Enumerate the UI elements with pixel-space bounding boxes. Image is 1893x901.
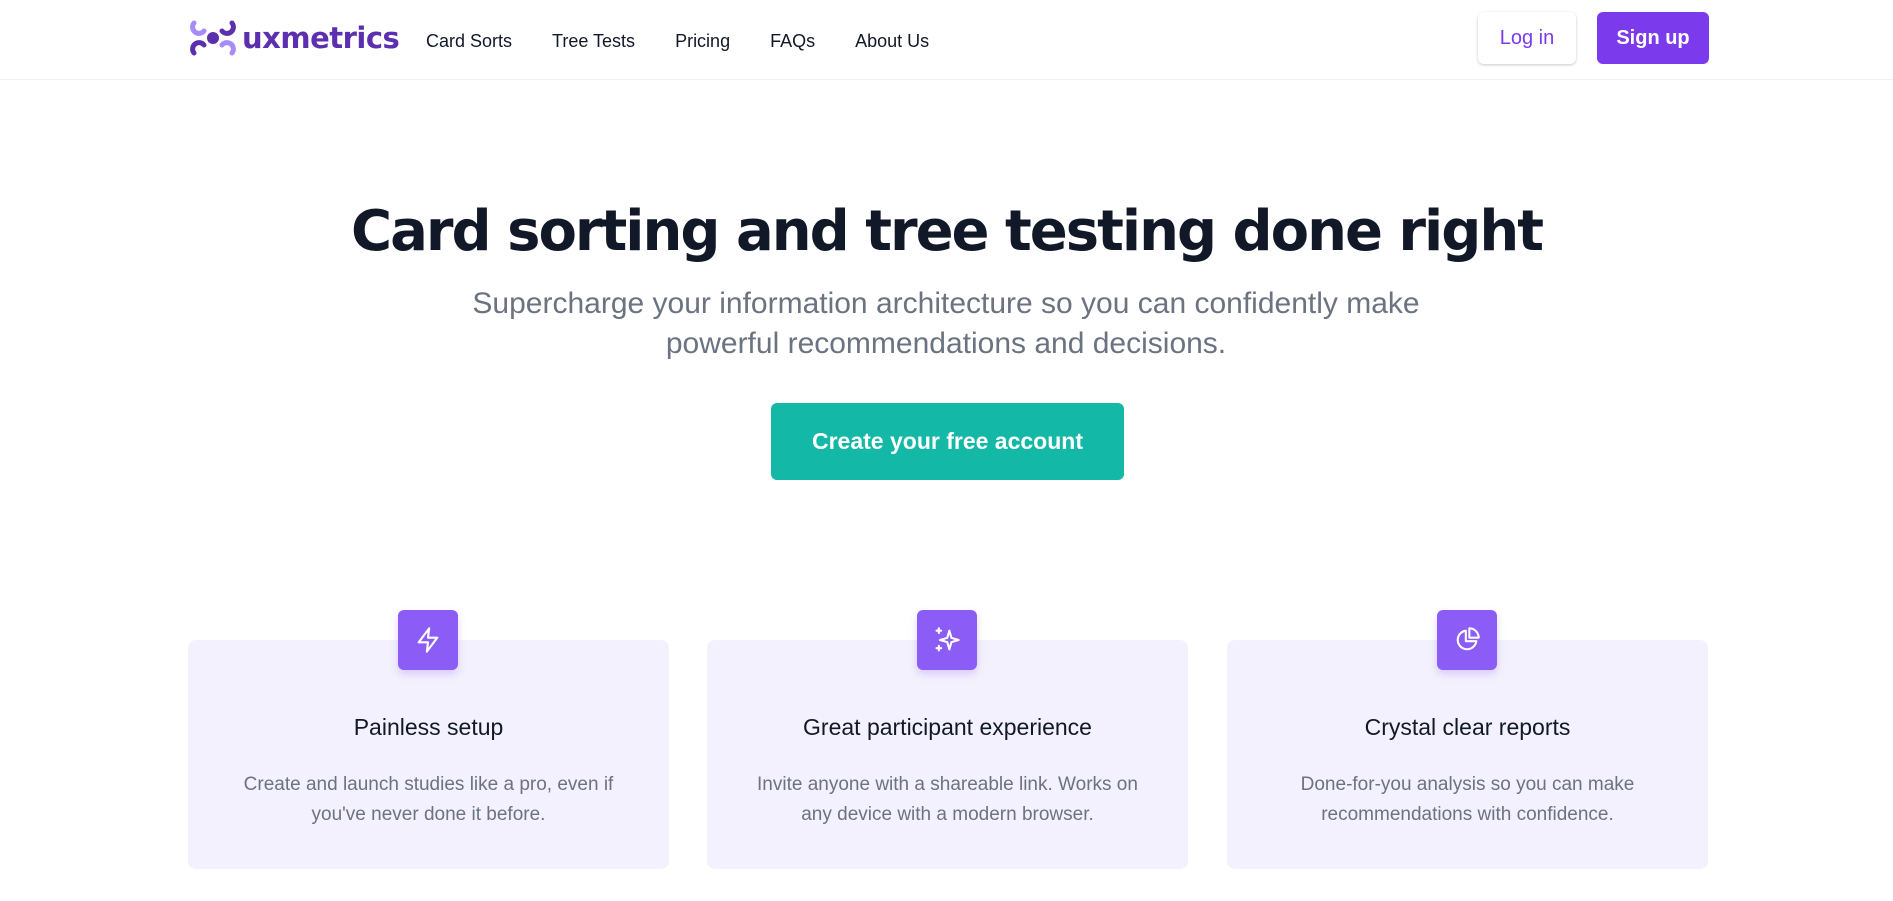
feature-description: Create and launch studies like a pro, ev… (243, 774, 614, 825)
nav-link-pricing[interactable]: Pricing (675, 28, 730, 54)
feature-icon-badge (917, 610, 977, 670)
feature-title: Great participant experience (803, 714, 1092, 740)
hero-title: Card sorting and tree testing done right (351, 199, 1544, 264)
nav-link-card-sorts[interactable]: Card Sorts (426, 28, 512, 54)
nav-link-about-us[interactable]: About Us (855, 28, 929, 54)
feature-icon-badge (398, 610, 458, 670)
lightning-bolt-icon (417, 627, 439, 653)
feature-icon-badge (1437, 610, 1497, 670)
brand-name: uxmetrics (242, 21, 400, 55)
signup-button[interactable]: Sign up (1597, 12, 1709, 64)
feature-card-painless-setup: Painless setup Create and launch studies… (188, 610, 669, 869)
site-header: uxmetrics Card Sorts Tree Tests Pricing … (0, 0, 1893, 80)
pie-chart-icon (1456, 627, 1480, 651)
feature-description: Invite anyone with a shareable link. Wor… (757, 774, 1138, 825)
nav-link-faqs[interactable]: FAQs (770, 28, 815, 54)
feature-card-clear-reports: Crystal clear reports Done-for-you analy… (1227, 610, 1708, 869)
feature-card-participant-experience: Great participant experience Invite anyo… (707, 610, 1188, 869)
main-nav: Card Sorts Tree Tests Pricing FAQs About… (426, 28, 969, 54)
feature-title: Crystal clear reports (1364, 714, 1571, 740)
feature-title: Painless setup (353, 714, 504, 740)
feature-description: Done-for-you analysis so you can make re… (1300, 774, 1635, 825)
hero-subtitle: Supercharge your information architectur… (472, 287, 1420, 360)
sparkles-icon (935, 627, 960, 652)
logo-link[interactable]: uxmetrics (186, 12, 400, 64)
nav-link-tree-tests[interactable]: Tree Tests (552, 28, 635, 54)
login-button[interactable]: Log in (1478, 12, 1576, 64)
uxmetrics-logo-icon (190, 20, 236, 56)
create-account-button[interactable]: Create your free account (771, 403, 1124, 480)
